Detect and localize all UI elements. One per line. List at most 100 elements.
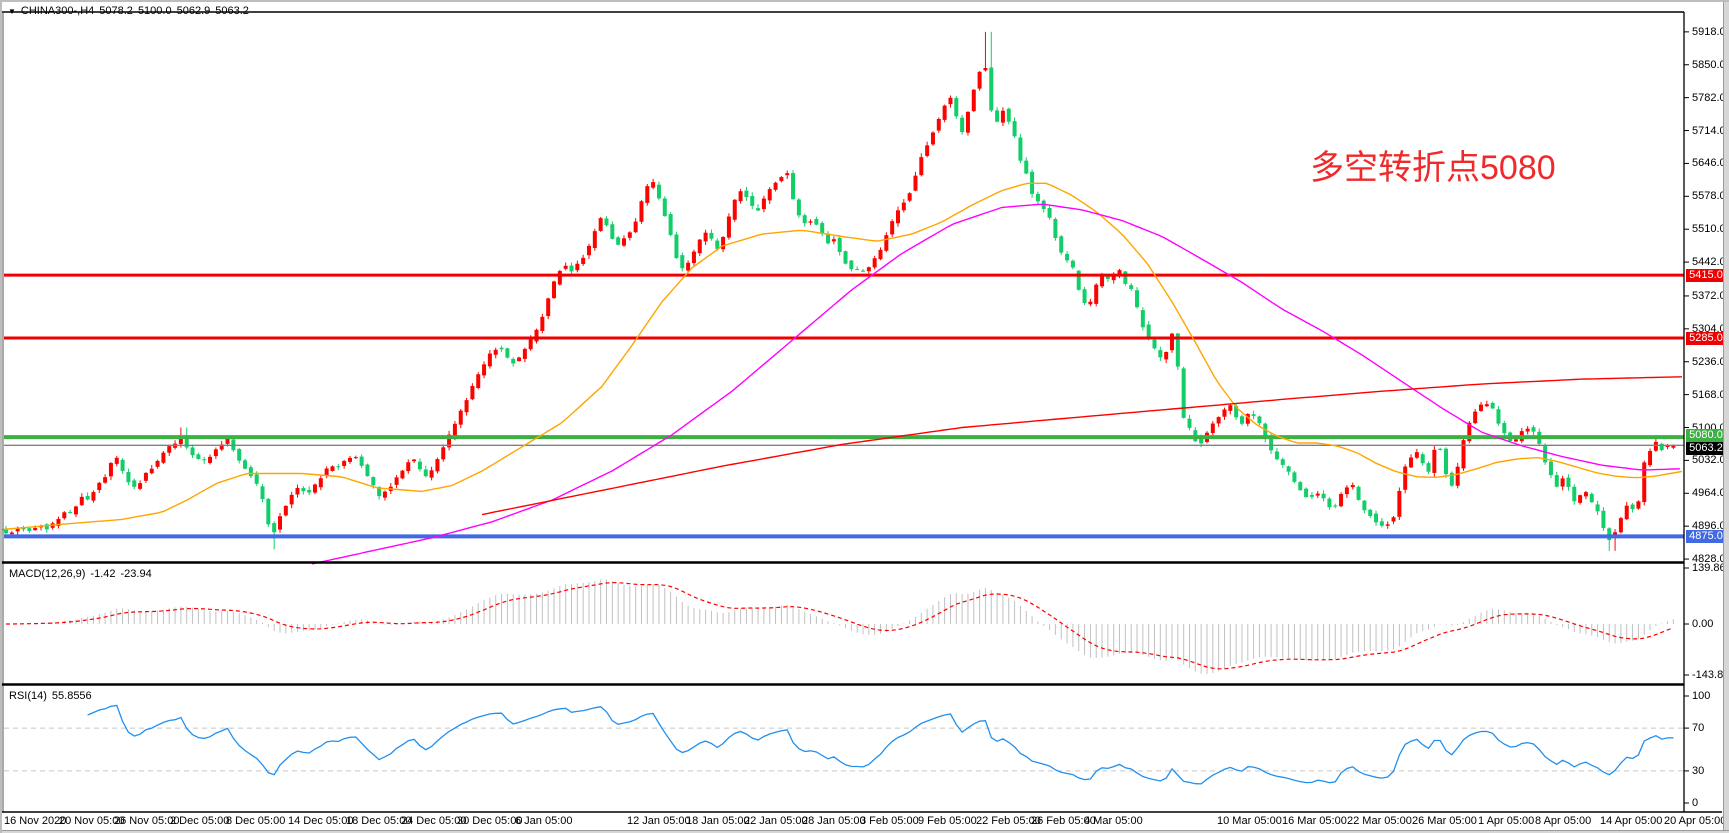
candle-down [1275, 451, 1279, 459]
candle-up [296, 488, 300, 494]
candle-up [1316, 494, 1320, 496]
candle-up [1415, 452, 1419, 458]
candle-down [663, 198, 667, 216]
candle-down [1018, 138, 1022, 161]
candle-up [1409, 457, 1413, 467]
price-level-tag: 5080.0 [1686, 429, 1726, 442]
candle-up [1339, 494, 1343, 506]
candle-down [756, 208, 760, 210]
candle-down [272, 523, 276, 532]
candle-up [1636, 501, 1640, 508]
candle-up [919, 157, 923, 175]
candle-down [680, 255, 684, 268]
candle-down [1549, 462, 1553, 476]
candle-down [1123, 271, 1127, 283]
candle-down [237, 449, 241, 461]
candle-up [634, 222, 638, 233]
candle-down [202, 459, 206, 460]
candle-up [931, 132, 935, 144]
candle-up [1578, 495, 1582, 503]
candle-down [121, 460, 125, 471]
candle-up [470, 386, 474, 399]
candle-down [1427, 463, 1431, 472]
candle-up [575, 264, 579, 270]
candle-down [1141, 310, 1145, 327]
candle-down [1631, 505, 1635, 509]
candle-up [319, 478, 323, 487]
rsi-name: RSI(14) [9, 690, 47, 702]
candle-up [622, 238, 626, 245]
candle-up [150, 469, 154, 473]
fast-ma-line[interactable] [2, 183, 1682, 529]
candle-up [948, 98, 952, 104]
candle-down [500, 348, 504, 350]
candle-up [284, 506, 288, 515]
macd-signal-line [6, 583, 1673, 669]
time-axis-label: 14 Apr 05:00 [1600, 815, 1662, 827]
candle-up [1432, 450, 1436, 473]
candle-down [1322, 494, 1326, 499]
candle-down [1566, 478, 1570, 487]
candle-up [913, 176, 917, 191]
candle-up [599, 218, 603, 231]
rsi-value: 55.8556 [52, 690, 92, 702]
candle-up [733, 200, 737, 220]
price-axis-label: 5578.0 [1692, 190, 1726, 202]
candle-up [325, 469, 329, 476]
candle-up [208, 457, 212, 463]
candle-up [290, 495, 294, 505]
candle-up [1228, 405, 1232, 411]
candle-up [727, 217, 731, 238]
candle-up [383, 492, 387, 498]
candle-down [715, 241, 719, 249]
candle-down [750, 196, 754, 206]
candle-up [1642, 462, 1646, 502]
candle-up [441, 447, 445, 459]
candle-down [861, 271, 865, 272]
candle-down [1158, 350, 1162, 357]
candle-up [1584, 492, 1588, 496]
candle-up [564, 266, 568, 269]
candle-up [540, 317, 544, 331]
candle-down [1572, 487, 1576, 501]
time-axis-label: 18 Jan 05:00 [686, 815, 750, 827]
candle-down [616, 237, 620, 244]
candle-up [74, 506, 78, 514]
candle-down [744, 191, 748, 197]
price-axis-label: 4964.0 [1692, 487, 1726, 499]
candle-up [639, 201, 643, 221]
candle-up [1211, 424, 1215, 434]
indicator-axis-label: 0.00 [1692, 618, 1713, 630]
candle-up [1485, 404, 1489, 406]
candle-up [774, 183, 778, 190]
candle-down [1257, 416, 1261, 423]
candle-down [1024, 161, 1028, 174]
candle-down [1071, 261, 1075, 268]
rsi-line [88, 706, 1674, 784]
candle-down [838, 238, 842, 252]
indicator-axis-label: 70 [1692, 722, 1704, 734]
candle-up [1654, 442, 1658, 451]
candle-up [109, 463, 113, 476]
candle-up [313, 484, 317, 492]
candle-down [255, 474, 259, 483]
candle-up [476, 374, 480, 388]
candle-up [1217, 417, 1221, 423]
candle-down [1531, 427, 1535, 431]
candle-up [10, 533, 14, 535]
candle-down [68, 512, 72, 513]
candle-down [1438, 449, 1442, 450]
candle-down [1083, 289, 1087, 303]
candle-down [243, 460, 247, 468]
candle-up [552, 281, 556, 298]
price-axis-label: 5442.0 [1692, 256, 1726, 268]
indicator-axis-label: 139.86 [1692, 562, 1726, 574]
time-axis-label: 4 Mar 05:00 [1084, 815, 1143, 827]
candle-down [1292, 472, 1296, 481]
symbol-marker-icon[interactable]: ▼ [8, 7, 16, 16]
candle-down [196, 454, 200, 459]
candle-up [535, 330, 539, 342]
candle-up [902, 203, 906, 211]
chart-canvas[interactable] [2, 2, 1729, 833]
candle-down [570, 266, 574, 272]
